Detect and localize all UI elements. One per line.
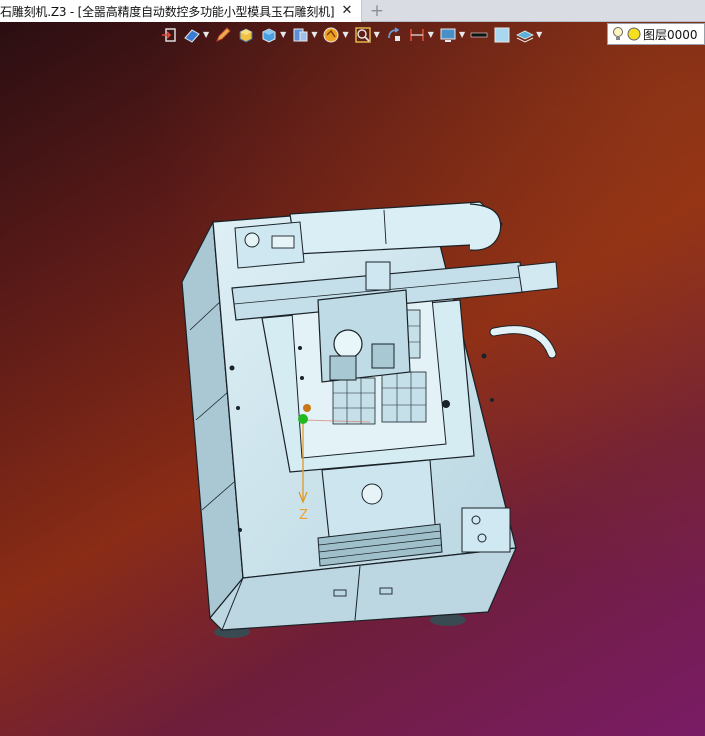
chevron-down-icon[interactable]: ▼ [428,24,434,46]
line-color-icon [470,32,488,38]
chevron-down-icon[interactable]: ▼ [459,24,465,46]
cnc-machine-model[interactable]: Z [0,22,705,736]
layer-stack-icon [516,30,534,43]
chevron-down-icon[interactable]: ▼ [280,24,286,46]
z-axis-label: Z [299,508,308,523]
3d-viewport[interactable]: Z [0,22,705,736]
chevron-down-icon[interactable]: ▼ [203,24,209,46]
render-mode-icon [323,27,339,43]
pencil-icon [216,27,231,42]
rotate-view-button[interactable] [385,24,403,46]
line-color-button[interactable] [470,24,488,46]
measure-icon [409,29,424,41]
spindle-knob [244,232,260,248]
exit-view-icon [162,28,176,42]
render-mode-button[interactable]: ▼ [322,24,349,46]
section-view-button[interactable]: ▼ [291,24,317,46]
view-orient-button[interactable]: ▼ [183,24,209,46]
chevron-down-icon[interactable]: ▼ [536,24,542,46]
display-settings-icon [440,28,456,42]
layer-stack-button[interactable]: ▼ [516,24,542,46]
chevron-down-icon[interactable]: ▼ [342,24,348,46]
rotate-view-icon [387,27,400,41]
view-orient-icon [184,29,200,43]
zoom-fit-icon [354,27,371,43]
shaded-button[interactable] [237,24,255,46]
chevron-down-icon[interactable]: ▼ [374,24,380,46]
measure-button[interactable]: ▼ [408,24,434,46]
lightbulb-icon[interactable] [611,26,625,42]
front-corner-block [461,507,511,553]
cube-display-icon [262,28,276,43]
layer-color-icon[interactable] [627,27,641,41]
rail-extension [517,261,559,293]
view-toolbar: ▼ ▼ ▼ ▼ ▼ ▼ ▼ ▼ [160,23,547,47]
layer-selector[interactable]: 图层0000 [607,23,705,45]
exit-view-button[interactable] [160,24,178,46]
document-tab-title: 石雕刻机.Z3 - [全噐高精度自动数控多功能小型模具玉石雕刻机] [0,4,334,19]
face-color-button[interactable] [493,24,511,46]
section-view-icon [293,28,308,42]
sketch-button[interactable] [214,24,232,46]
zoom-fit-button[interactable]: ▼ [354,24,380,46]
close-tab-icon[interactable]: ✕ [338,2,356,20]
layer-name: 图层0000 [643,27,698,42]
face-color-icon [494,27,510,43]
cube-display-button[interactable]: ▼ [260,24,286,46]
display-settings-button[interactable]: ▼ [439,24,465,46]
new-tab-button[interactable]: + [368,1,386,21]
chevron-down-icon[interactable]: ▼ [311,24,317,46]
document-tab-bar: 石雕刻机.Z3 - [全噐高精度自动数控多功能小型模具玉石雕刻机] ✕ + [0,0,705,22]
shaded-box-icon [239,28,253,43]
document-tab[interactable]: 石雕刻机.Z3 - [全噐高精度自动数控多功能小型模具玉石雕刻机] ✕ [0,0,362,22]
